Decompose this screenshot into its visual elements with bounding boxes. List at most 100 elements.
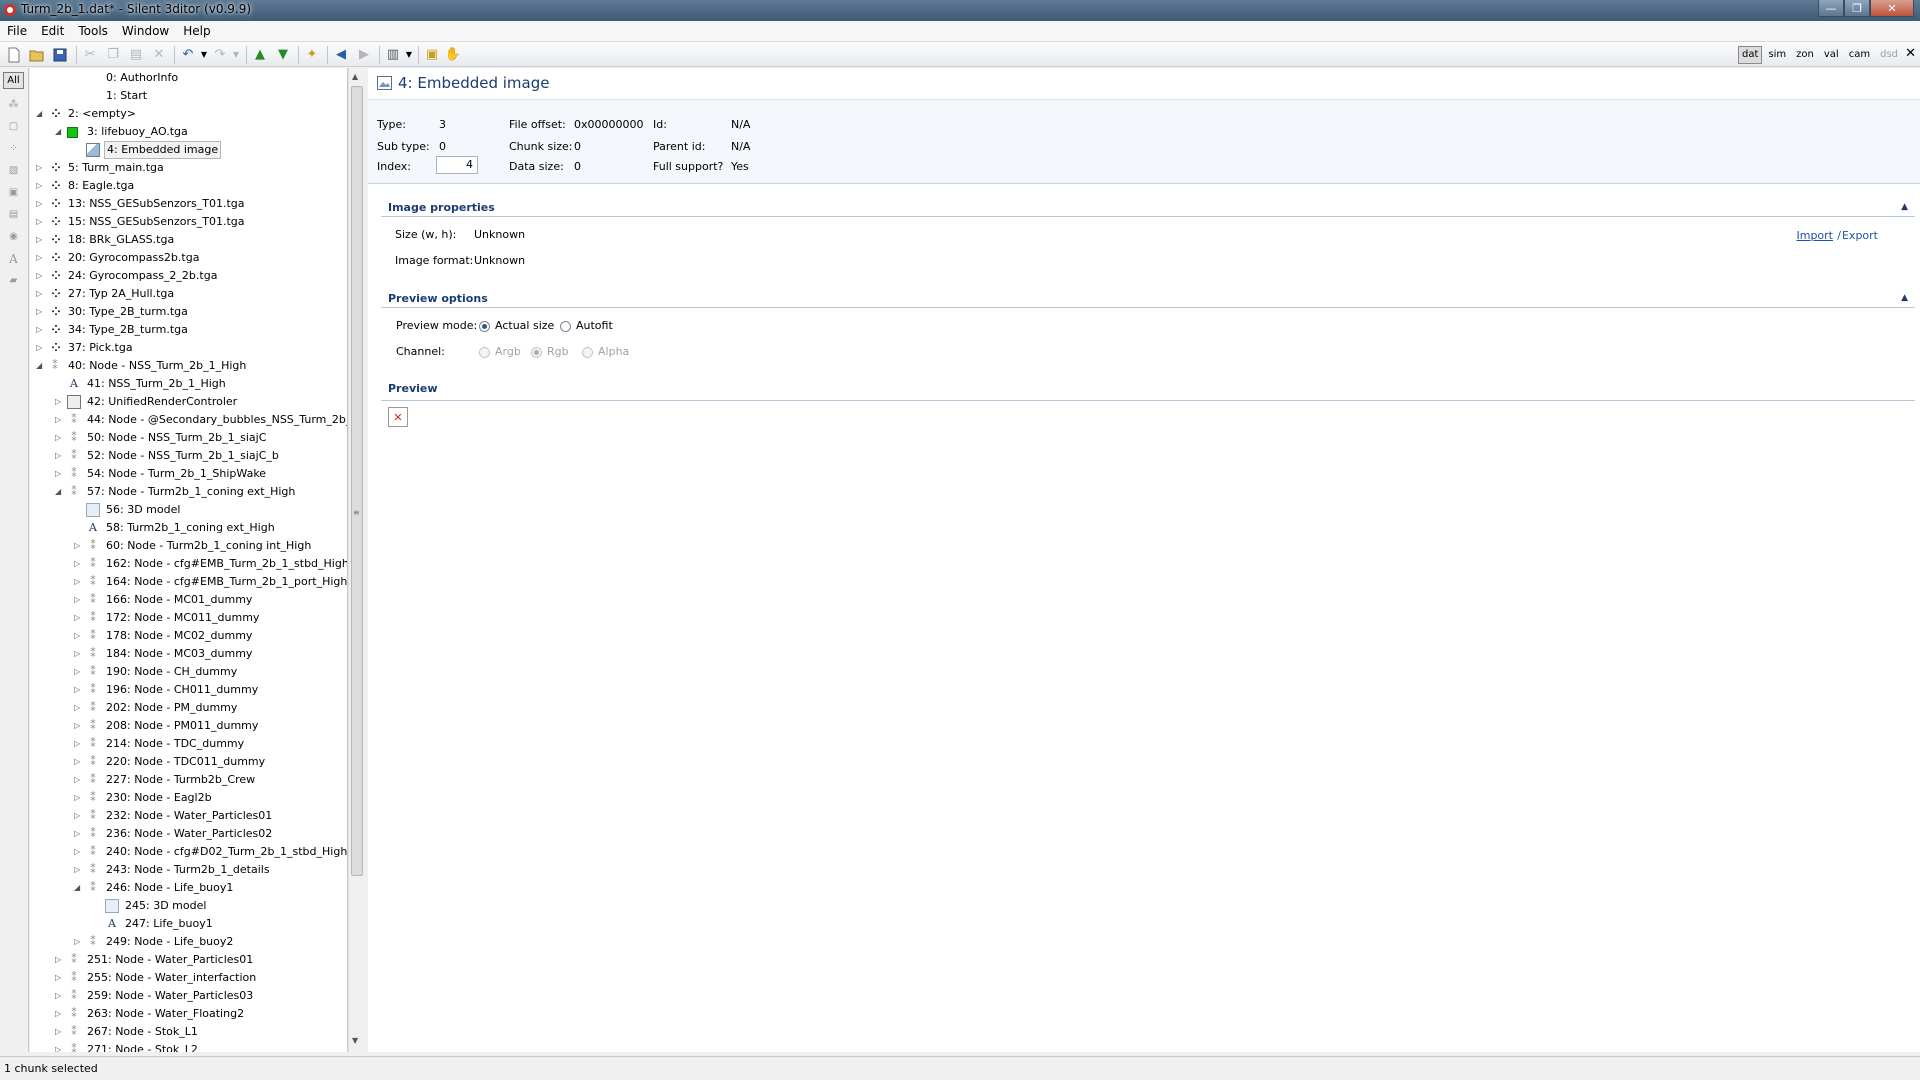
copy-icon[interactable]: ❐ xyxy=(105,47,121,63)
tree-item[interactable]: ◢ ⁑ 246: Node - Life_buoy1 xyxy=(30,879,347,897)
redo-icon[interactable]: ↷ xyxy=(212,47,228,63)
redo-dropdown-icon[interactable]: ▼ xyxy=(228,47,244,63)
tree-item[interactable]: ▷ ⁑ 208: Node - PM011_dummy xyxy=(30,717,347,735)
tree-item[interactable]: ▷ ⁑ 196: Node - CH011_dummy xyxy=(30,681,347,699)
expand-arrow-icon[interactable]: ▷ xyxy=(36,159,46,177)
expand-arrow-icon[interactable]: ▷ xyxy=(36,339,46,357)
preview-options-title[interactable]: Preview options xyxy=(388,292,488,305)
new-file-icon[interactable] xyxy=(6,47,22,63)
tree-item[interactable]: ▷ ⁑ 263: Node - Water_Floating2 xyxy=(30,1005,347,1023)
expand-arrow-icon[interactable]: ▷ xyxy=(74,933,84,951)
forward-icon[interactable]: ▶ xyxy=(356,47,372,63)
filter-documents-icon[interactable]: ▤ xyxy=(3,206,24,223)
expand-arrow-icon[interactable]: ▷ xyxy=(55,1041,65,1052)
expand-arrow-icon[interactable]: ▷ xyxy=(74,555,84,573)
tree-item[interactable]: ▷ ⁑ 249: Node - Life_buoy2 xyxy=(30,933,347,951)
filter-nodes-icon[interactable]: ⁂ xyxy=(3,96,24,113)
tab-val[interactable]: val xyxy=(1820,46,1843,64)
tab-sim[interactable]: sim xyxy=(1764,46,1790,64)
argb-label[interactable]: Argb xyxy=(495,345,521,359)
scroll-down-icon[interactable]: ▼ xyxy=(352,1036,358,1045)
filter-materials-icon[interactable]: ⁘ xyxy=(3,140,24,157)
filter-sounds-icon[interactable]: ◉ xyxy=(3,228,24,245)
tree-item[interactable]: 4: Embedded image xyxy=(30,141,347,159)
expand-arrow-icon[interactable]: ▷ xyxy=(74,843,84,861)
expand-arrow-icon[interactable]: ▷ xyxy=(36,249,46,267)
tree-item[interactable]: ▷ ⁑ 184: Node - MC03_dummy xyxy=(30,645,347,663)
tree-item[interactable]: ▷ 42: UnifiedRenderControler xyxy=(30,393,347,411)
expand-arrow-icon[interactable]: ▷ xyxy=(74,627,84,645)
tab-cam[interactable]: cam xyxy=(1845,46,1874,64)
tree-item[interactable]: ▷ ⁑ 251: Node - Water_Particles01 xyxy=(30,951,347,969)
expand-arrow-icon[interactable]: ▷ xyxy=(36,231,46,249)
alpha-label[interactable]: Alpha xyxy=(598,345,629,359)
rgb-radio[interactable] xyxy=(531,347,542,358)
export-link[interactable]: Export xyxy=(1842,229,1878,242)
alpha-radio[interactable] xyxy=(582,347,593,358)
tree-item[interactable]: 1: Start xyxy=(30,87,347,105)
tree-item[interactable]: ▷ ⁑ 227: Node - Turmb2b_Crew xyxy=(30,771,347,789)
tree-item[interactable]: ▷ ⁘ 15: NSS_GESubSenzors_T01.tga xyxy=(30,213,347,231)
back-icon[interactable]: ◀ xyxy=(333,47,349,63)
tree-item[interactable]: A 41: NSS_Turm_2b_1_High xyxy=(30,375,347,393)
expand-arrow-icon[interactable]: ▷ xyxy=(74,717,84,735)
collapse-arrow-icon[interactable]: ◢ xyxy=(55,483,65,501)
scrollbar-thumb[interactable] xyxy=(351,86,363,876)
close-document-icon[interactable]: ✕ xyxy=(1905,46,1916,61)
expand-arrow-icon[interactable]: ▷ xyxy=(74,591,84,609)
menu-file[interactable]: File xyxy=(0,21,34,42)
tree-item[interactable]: ▷ ⁑ 243: Node - Turm2b_1_details xyxy=(30,861,347,879)
tree-item[interactable]: ▷ ⁑ 166: Node - MC01_dummy xyxy=(30,591,347,609)
columns-icon[interactable]: ▥ xyxy=(385,47,401,63)
tree-item[interactable]: ▷ ⁑ 271: Node - Stok_L2 xyxy=(30,1041,347,1052)
tree-item[interactable]: ▷ ⁑ 162: Node - cfg#EMB_Turm_2b_1_stbd_Hig… xyxy=(30,555,347,573)
menu-edit[interactable]: Edit xyxy=(34,21,71,42)
tree-item[interactable]: ▷ ⁑ 52: Node - NSS_Turm_2b_1_siajC_b xyxy=(30,447,347,465)
actual-size-label[interactable]: Actual size xyxy=(495,319,554,333)
collapse-preview-options-icon[interactable]: ▲ xyxy=(1901,293,1908,303)
tree-item[interactable]: ◢ ⁑ 57: Node - Turm2b_1_coning ext_High xyxy=(30,483,347,501)
expand-arrow-icon[interactable]: ▷ xyxy=(74,735,84,753)
autofit-label[interactable]: Autofit xyxy=(576,319,613,333)
hand-icon[interactable]: ✋ xyxy=(445,47,461,63)
tab-dat[interactable]: dat xyxy=(1738,46,1763,64)
expand-arrow-icon[interactable]: ▷ xyxy=(36,267,46,285)
tree-item[interactable]: ◢ 3: lifebuoy_AO.tga xyxy=(30,123,347,141)
cut-icon[interactable]: ✂ xyxy=(82,47,98,63)
tree-scrollbar[interactable]: ▲ ≡ ▼ xyxy=(348,68,364,1052)
collapse-arrow-icon[interactable]: ◢ xyxy=(36,105,46,123)
tree-item[interactable]: ▷ ⁘ 13: NSS_GESubSenzors_T01.tga xyxy=(30,195,347,213)
tree-item[interactable]: ▷ ⁑ 255: Node - Water_interfaction xyxy=(30,969,347,987)
tree-item[interactable]: ▷ ⁑ 190: Node - CH_dummy xyxy=(30,663,347,681)
autofit-radio[interactable] xyxy=(560,321,571,332)
expand-arrow-icon[interactable]: ▷ xyxy=(74,573,84,591)
tab-dsd[interactable]: dsd xyxy=(1876,46,1902,64)
tree-item[interactable]: ▷ ⁘ 27: Typ 2A_Hull.tga xyxy=(30,285,347,303)
move-up-icon[interactable]: ▲ xyxy=(252,47,268,63)
tree-item[interactable]: ▷ ⁘ 24: Gyrocompass_2_2b.tga xyxy=(30,267,347,285)
tree-item[interactable]: ◢ ⁑ 40: Node - NSS_Turm_2b_1_High xyxy=(30,357,347,375)
tree-item[interactable]: ▷ ⁑ 44: Node - @Secondary_bubbles_NSS_Turm… xyxy=(30,411,347,429)
menu-window[interactable]: Window xyxy=(115,21,176,42)
scroll-up-icon[interactable]: ▲ xyxy=(352,72,358,81)
columns-dropdown-icon[interactable]: ▼ xyxy=(401,47,417,63)
tree-item[interactable]: ▷ ⁘ 37: Pick.tga xyxy=(30,339,347,357)
maximize-button[interactable]: ❐ xyxy=(1844,0,1870,17)
tree-item[interactable]: ▷ ⁘ 30: Type_2B_turm.tga xyxy=(30,303,347,321)
paste-icon[interactable]: ▤ xyxy=(128,47,144,63)
find-icon[interactable]: ✦ xyxy=(304,47,320,63)
tree-item[interactable]: ▷ ⁘ 18: BRk_GLASS.tga xyxy=(30,231,347,249)
undo-dropdown-icon[interactable]: ▼ xyxy=(196,47,212,63)
chunk-tree[interactable]: 0: AuthorInfo 1: Start ◢ ⁘ 2: <empty> ◢ 3: lif… xyxy=(30,68,348,1052)
filter-images-icon[interactable]: ▣ xyxy=(3,184,24,201)
collapse-arrow-icon[interactable]: ◢ xyxy=(55,123,65,141)
expand-arrow-icon[interactable]: ▷ xyxy=(74,609,84,627)
tree-item[interactable]: ▷ ⁑ 178: Node - MC02_dummy xyxy=(30,627,347,645)
tree-item[interactable]: ▷ ⁑ 240: Node - cfg#D02_Turm_2b_1_stbd_Hig… xyxy=(30,843,347,861)
expand-arrow-icon[interactable]: ▷ xyxy=(55,393,65,411)
menu-help[interactable]: Help xyxy=(176,21,217,42)
tree-item[interactable]: ▷ ⁑ 202: Node - PM_dummy xyxy=(30,699,347,717)
tree-item[interactable]: A 247: Life_buoy1 xyxy=(30,915,347,933)
export-icon[interactable]: ▣ xyxy=(424,47,440,63)
expand-arrow-icon[interactable]: ▷ xyxy=(74,753,84,771)
